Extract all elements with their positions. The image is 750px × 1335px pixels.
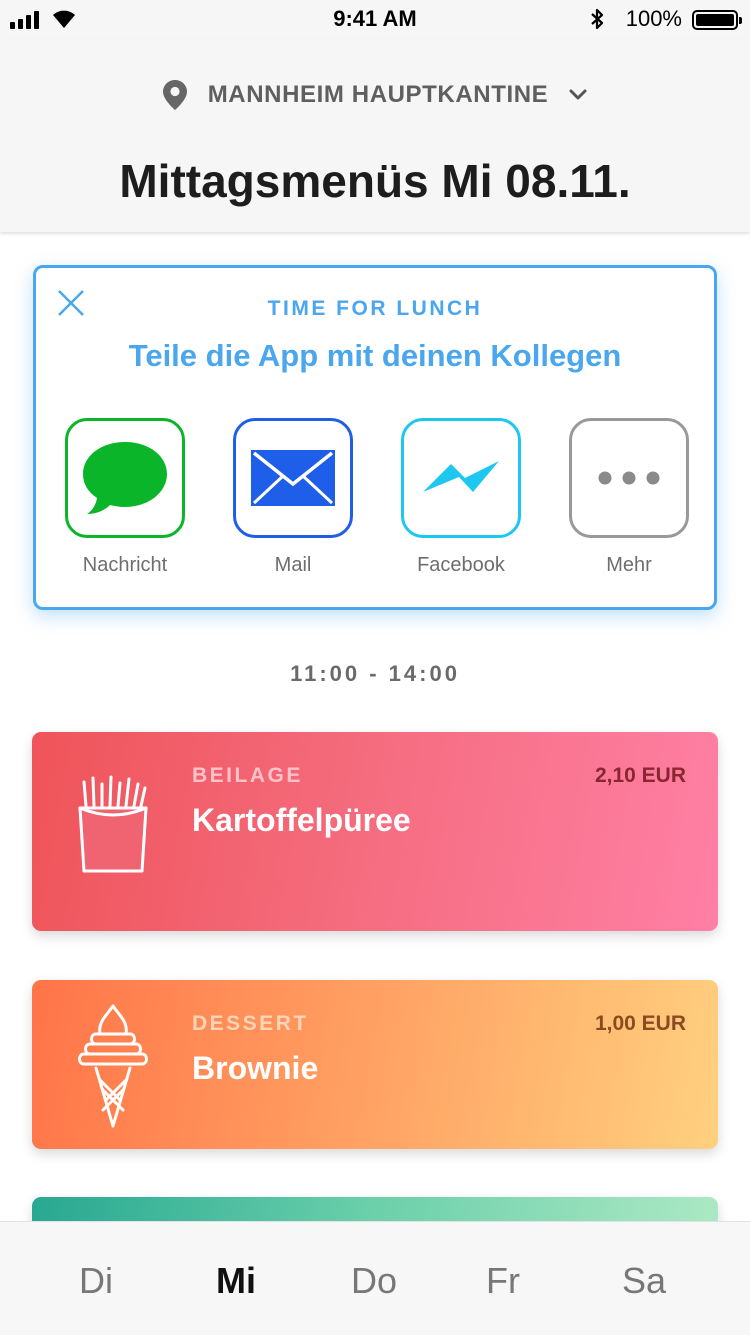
location-name: MANNHEIM HAUPTKANTINE: [207, 81, 549, 108]
share-title: Teile die App mit deinen Kollegen: [128, 338, 622, 373]
menu-name: Brownie: [192, 1050, 319, 1086]
bluetooth-icon: [591, 8, 604, 30]
messenger-icon: [401, 418, 521, 538]
menu-card[interactable]: DESSERT Brownie 1,00 EUR: [32, 980, 718, 1149]
share-label: Nachricht: [82, 554, 168, 576]
more-dots-icon: [569, 418, 689, 538]
share-message-button[interactable]: Nachricht: [62, 418, 188, 577]
mail-envelope-icon: [233, 418, 353, 538]
menu-category: BEILAGE: [192, 764, 303, 787]
page-title: Mittagsmenüs Mi 08.11.: [119, 155, 631, 207]
share-eyebrow: TIME FOR LUNCH: [267, 297, 483, 320]
chevron-down-icon: [569, 89, 587, 100]
share-facebook-button[interactable]: Facebook: [398, 418, 524, 577]
message-bubble-icon: [65, 418, 185, 538]
day-tab-bar: Di Mi Do Fr Sa: [0, 1221, 750, 1335]
location-pin-icon: [162, 80, 187, 110]
tab-do[interactable]: Do: [314, 1260, 434, 1302]
menu-card[interactable]: BEILAGE Kartoffelpüree 2,10 EUR: [32, 732, 718, 931]
share-more-button[interactable]: Mehr: [566, 418, 692, 577]
menu-price: 2,10 EUR: [594, 764, 686, 787]
menu-price: 1,00 EUR: [594, 1012, 686, 1035]
share-label: Mehr: [606, 554, 652, 576]
share-card: TIME FOR LUNCH Teile die App mit deinen …: [33, 265, 717, 610]
tab-fr[interactable]: Fr: [443, 1260, 563, 1302]
menu-category: DESSERT: [192, 1012, 309, 1035]
header: MANNHEIM HAUPTKANTINE Mittagsmenüs Mi 08…: [0, 40, 750, 232]
battery-icon: [692, 10, 742, 30]
ice-cream-cone-icon: [78, 1004, 148, 1128]
share-mail-button[interactable]: Mail: [230, 418, 356, 577]
battery-percent: 100%: [625, 6, 682, 31]
menu-name: Kartoffelpüree: [192, 802, 411, 838]
french-fries-icon: [78, 775, 148, 873]
opening-hours: 11:00 - 14:00: [290, 661, 460, 686]
location-selector[interactable]: MANNHEIM HAUPTKANTINE: [0, 78, 750, 112]
tab-sa[interactable]: Sa: [584, 1260, 704, 1302]
status-bar: 9:41 AM 100%: [0, 0, 750, 40]
share-label: Facebook: [417, 554, 505, 576]
share-label: Mail: [274, 554, 312, 576]
tab-di[interactable]: Di: [36, 1260, 156, 1302]
tab-mi[interactable]: Mi: [176, 1260, 296, 1302]
